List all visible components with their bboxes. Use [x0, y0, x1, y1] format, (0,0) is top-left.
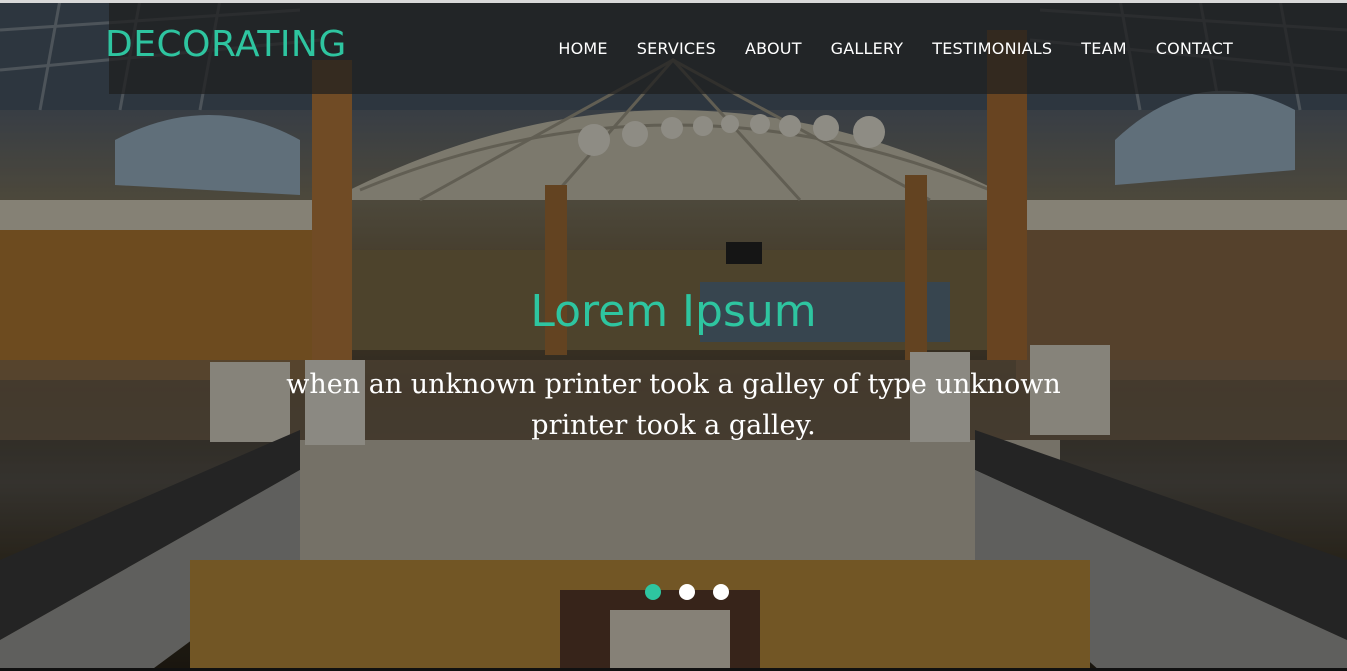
carousel-indicators [645, 584, 729, 600]
nav-home[interactable]: HOME [558, 39, 607, 58]
nav-gallery[interactable]: GALLERY [831, 39, 904, 58]
slide-caption: Lorem Ipsum when an unknown printer took… [0, 282, 1347, 446]
carousel-dot-3[interactable] [713, 584, 729, 600]
nav-about[interactable]: ABOUT [745, 39, 802, 58]
carousel-dot-2[interactable] [679, 584, 695, 600]
nav-services[interactable]: SERVICES [637, 39, 716, 58]
nav-team[interactable]: TEAM [1081, 39, 1126, 58]
carousel-dot-1[interactable] [645, 584, 661, 600]
slide-title: Lorem Ipsum [530, 286, 817, 337]
nav-testimonials[interactable]: TESTIMONIALS [932, 39, 1052, 58]
main-nav: HOME SERVICES ABOUT GALLERY TESTIMONIALS… [558, 39, 1233, 58]
slide-text: when an unknown printer took a galley of… [286, 369, 1061, 441]
brand-logo[interactable]: DECORATING [105, 24, 347, 65]
nav-contact[interactable]: CONTACT [1156, 39, 1233, 58]
